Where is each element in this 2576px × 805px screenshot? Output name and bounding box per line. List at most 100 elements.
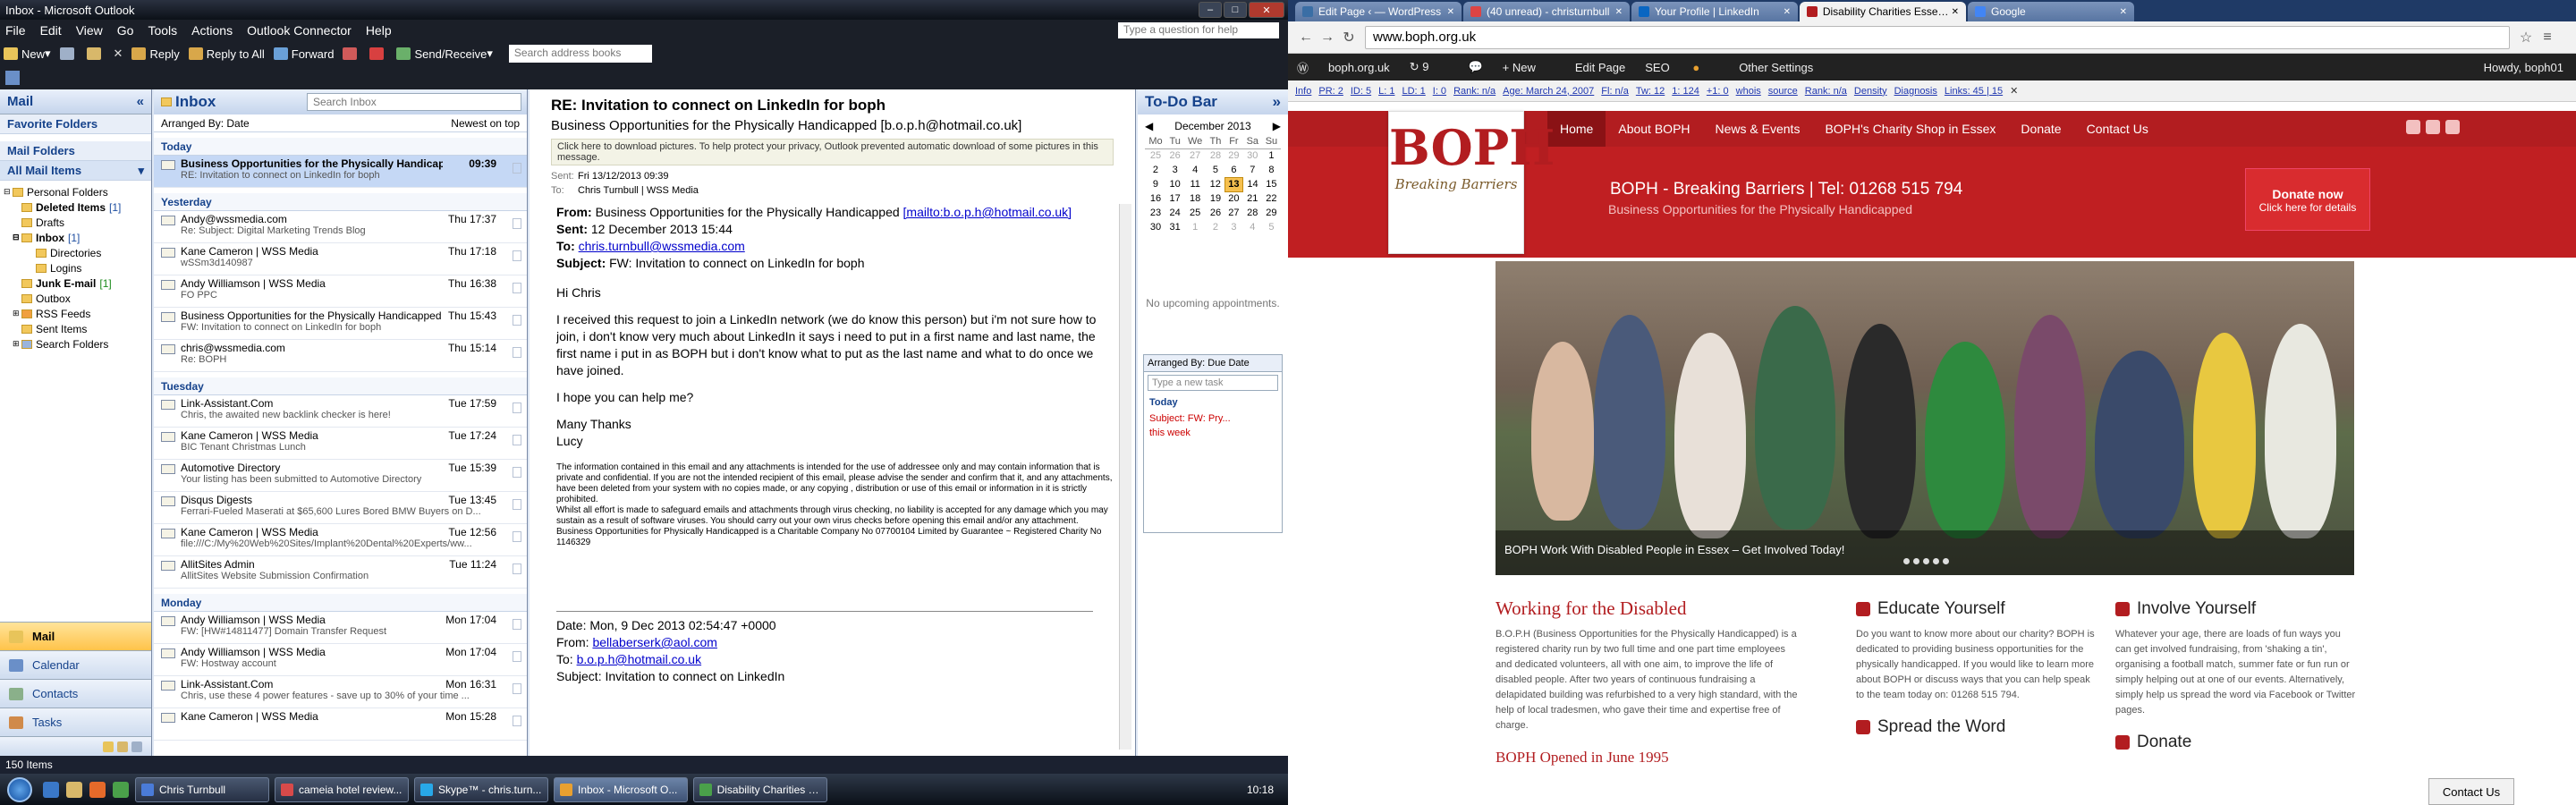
calendar-day[interactable]: 27 bbox=[1224, 206, 1243, 220]
media-icon[interactable] bbox=[89, 781, 106, 798]
message-row[interactable]: Link-Assistant.Com Tue 17:59 Chris, the aw… bbox=[154, 395, 527, 428]
calendar-day[interactable]: 11 bbox=[1183, 177, 1207, 191]
message-row[interactable]: AllitSites Admin Tue 11:24 AllitSites Webs… bbox=[154, 556, 527, 589]
message-row[interactable]: Andy Williamson | WSS Media Thu 16:38 FO P… bbox=[154, 275, 527, 308]
browser-tab[interactable]: Google ✕ bbox=[1968, 2, 2134, 21]
taskbar-item[interactable]: Disability Charities E... bbox=[693, 776, 827, 802]
nav-calendar-button[interactable]: Calendar bbox=[0, 650, 151, 679]
calendar-day[interactable]: 28 bbox=[1243, 206, 1262, 220]
twitter-icon[interactable] bbox=[2406, 120, 2420, 134]
star-icon[interactable]: ☆ bbox=[2515, 29, 2537, 47]
nav-contact[interactable]: Contact Us bbox=[2074, 111, 2161, 147]
all-mail-items[interactable]: All Mail Items ▾ bbox=[0, 161, 151, 181]
calendar-day[interactable]: 2 bbox=[1207, 220, 1224, 234]
calendar-day[interactable]: 25 bbox=[1145, 148, 1166, 163]
wp-howdy[interactable]: Howdy, boph01 bbox=[2484, 61, 2563, 74]
seo-metric[interactable]: Links: 45 | 15 bbox=[1945, 86, 2003, 97]
seo-metric[interactable]: Rank: n/a bbox=[1805, 86, 1847, 97]
url-input[interactable]: www.boph.org.uk bbox=[1365, 25, 2510, 49]
folder-outbox[interactable]: Outbox bbox=[4, 291, 148, 306]
forward-icon[interactable]: → bbox=[1317, 30, 1338, 46]
collapse-icon[interactable]: » bbox=[1273, 93, 1281, 111]
calendar-day[interactable]: 7 bbox=[1243, 163, 1262, 177]
seo-metric[interactable]: ID: 5 bbox=[1351, 86, 1371, 97]
slide-dot[interactable] bbox=[1913, 558, 1919, 564]
wp-logo-icon[interactable]: Ⓦ bbox=[1297, 59, 1309, 76]
group-header[interactable]: Monday bbox=[154, 594, 527, 612]
folder-rss[interactable]: ⊞ RSS Feeds bbox=[4, 306, 148, 321]
seo-metric[interactable]: +1: 0 bbox=[1707, 86, 1729, 97]
message-row[interactable]: Kane Cameron | WSS Media Tue 17:24 BIC Ten… bbox=[154, 428, 527, 460]
flag-icon[interactable] bbox=[513, 315, 521, 326]
menu-help[interactable]: Help bbox=[366, 23, 392, 38]
close-tab-icon[interactable]: ✕ bbox=[1952, 7, 1959, 17]
calendar-day[interactable]: 4 bbox=[1243, 220, 1262, 234]
collapse-icon[interactable]: « bbox=[137, 94, 144, 109]
flag-icon[interactable] bbox=[513, 347, 521, 358]
slide-dot[interactable] bbox=[1923, 558, 1929, 564]
calendar-day[interactable]: 18 bbox=[1183, 191, 1207, 206]
message-row[interactable]: Disqus Digests Tue 13:45 Ferrari-Fueled Ma… bbox=[154, 492, 527, 524]
wp-comments-icon[interactable]: 💬 bbox=[1468, 60, 1482, 74]
folder-personal[interactable]: ⊟ Personal Folders bbox=[4, 184, 148, 199]
group-header[interactable]: Tuesday bbox=[154, 377, 527, 395]
flag-icon[interactable] bbox=[513, 499, 521, 510]
reload-icon[interactable]: ↻ bbox=[1338, 29, 1360, 47]
seo-metric[interactable]: I: 0 bbox=[1433, 86, 1446, 97]
menu-edit[interactable]: Edit bbox=[40, 23, 62, 38]
message-row[interactable]: Kane Cameron | WSS Media Tue 12:56 file://… bbox=[154, 524, 527, 556]
wp-other-settings[interactable]: Other Settings bbox=[1739, 61, 1813, 74]
shortcuts-icon[interactable] bbox=[131, 741, 142, 752]
calendar-day[interactable]: 15 bbox=[1262, 177, 1281, 191]
message-row[interactable]: Kane Cameron | WSS Media Mon 15:28 bbox=[154, 708, 527, 741]
slide-dot[interactable] bbox=[1943, 558, 1949, 564]
seo-metric[interactable]: PR: 2 bbox=[1318, 86, 1343, 97]
nav-donate[interactable]: Donate bbox=[2008, 111, 2073, 147]
back-icon[interactable]: ← bbox=[1295, 30, 1317, 46]
calendar-day[interactable]: 12 bbox=[1207, 177, 1224, 191]
seo-metric[interactable]: Fl: n/a bbox=[1601, 86, 1629, 97]
calendar-day[interactable]: 22 bbox=[1262, 191, 1281, 206]
seo-metric[interactable]: Diagnosis bbox=[1894, 86, 1937, 97]
calendar-day[interactable]: 26 bbox=[1166, 148, 1183, 163]
wp-seo[interactable]: SEO ● bbox=[1645, 61, 1719, 74]
message-row[interactable]: Link-Assistant.Com Mon 16:31 Chris, use th… bbox=[154, 676, 527, 708]
next-month-icon[interactable]: ▶ bbox=[1273, 120, 1281, 132]
calendar-day[interactable]: 2 bbox=[1145, 163, 1166, 177]
reply-all-button[interactable]: Reply to All bbox=[188, 47, 265, 61]
flag-icon[interactable] bbox=[513, 218, 521, 229]
browser-tab[interactable]: (40 unread) - christurnbull ✕ bbox=[1463, 2, 1630, 21]
folder-list-icon[interactable] bbox=[117, 741, 128, 752]
nav-charity-shop[interactable]: BOPH's Charity Shop in Essex bbox=[1812, 111, 2008, 147]
email-link[interactable]: chris.turnbull@wssmedia.com bbox=[579, 239, 745, 253]
seo-metric[interactable]: Density bbox=[1854, 86, 1887, 97]
chrome-icon[interactable] bbox=[113, 781, 129, 798]
message-row[interactable]: Kane Cameron | WSS Media Thu 17:18 wSSm3d1… bbox=[154, 243, 527, 275]
calendar-day[interactable]: 29 bbox=[1224, 148, 1243, 163]
message-row[interactable]: Andy@wssmedia.com Thu 17:37 Re: Subject: D… bbox=[154, 211, 527, 243]
close-tab-icon[interactable]: ✕ bbox=[1615, 7, 1623, 17]
flag-button[interactable] bbox=[369, 47, 387, 60]
download-pictures-bar[interactable]: Click here to download pictures. To help… bbox=[551, 139, 1114, 165]
move-button[interactable] bbox=[86, 47, 105, 60]
menu-view[interactable]: View bbox=[76, 23, 103, 38]
calendar-day[interactable]: 4 bbox=[1183, 163, 1207, 177]
arrange-bar[interactable]: Arranged By: Date Newest on top bbox=[154, 114, 527, 132]
seo-metric[interactable]: whois bbox=[1736, 86, 1761, 97]
calendar-day[interactable]: 9 bbox=[1145, 177, 1166, 191]
taskbar-item[interactable]: cameia hotel review... bbox=[275, 776, 409, 802]
flag-icon[interactable] bbox=[513, 683, 521, 694]
browser-tab-active[interactable]: Disability Charities Essex & ✕ bbox=[1800, 2, 1966, 21]
minimize-button[interactable]: – bbox=[1199, 2, 1222, 18]
flag-icon[interactable] bbox=[513, 250, 521, 261]
tasks-arrange[interactable]: Arranged By: Due Date bbox=[1144, 355, 1282, 372]
favorite-folders-header[interactable]: Favorite Folders bbox=[0, 114, 151, 134]
taskbar-item[interactable]: Inbox - Microsoft O... bbox=[554, 776, 688, 802]
close-tab-icon[interactable]: ✕ bbox=[1447, 7, 1454, 17]
seo-metric[interactable]: L: 1 bbox=[1378, 86, 1394, 97]
google-plus-icon[interactable] bbox=[2445, 120, 2460, 134]
menu-go[interactable]: Go bbox=[117, 23, 134, 38]
reading-scrollbar[interactable] bbox=[1119, 204, 1131, 750]
calendar-day[interactable]: 23 bbox=[1145, 206, 1166, 220]
close-icon[interactable]: ✕ bbox=[2010, 85, 2018, 97]
